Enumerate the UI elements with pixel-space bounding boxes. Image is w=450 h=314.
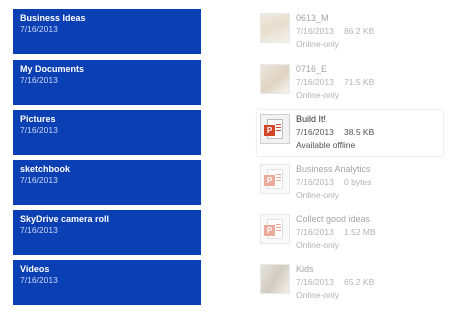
file-size: 0 bytes: [344, 177, 372, 187]
file-date: 7/16/2013: [296, 277, 334, 287]
folder-date: 7/16/2013: [20, 225, 58, 235]
folder-name: sketchbook: [20, 164, 71, 174]
file-tile-0613-m[interactable]: 0613_M 7/16/2013 86.2 KB Online-only: [257, 9, 443, 55]
folder-tile-my-documents[interactable]: My Documents 7/16/2013: [13, 60, 201, 105]
file-name: Business Analytics: [296, 164, 371, 174]
file-name: Collect good ideas: [296, 214, 371, 224]
folder-tile-pictures[interactable]: Pictures 7/16/2013: [13, 110, 201, 155]
folder-name: Business Ideas: [20, 13, 86, 23]
folder-tile-sketchbook[interactable]: sketchbook 7/16/2013: [13, 160, 201, 205]
folder-name: SkyDrive camera roll: [20, 214, 110, 224]
folder-date: 7/16/2013: [20, 175, 58, 185]
file-tile-business-analytics[interactable]: P Business Analytics 7/16/2013 0 bytes O…: [257, 160, 443, 206]
folder-tile-skydrive-camera-roll[interactable]: SkyDrive camera roll 7/16/2013: [13, 210, 201, 255]
file-date: 7/16/2013: [296, 26, 334, 36]
folder-name: My Documents: [20, 64, 85, 74]
file-name: Build It!: [296, 114, 327, 124]
folder-date: 7/16/2013: [20, 125, 58, 135]
photo-thumbnail-icon: [260, 64, 290, 94]
file-size: 65.2 KB: [344, 277, 375, 287]
file-size: 71.5 KB: [344, 77, 375, 87]
file-date: 7/16/2013: [296, 127, 334, 137]
photo-thumbnail-icon: [260, 264, 290, 294]
file-tile-build-it[interactable]: P Build It! 7/16/2013 38.5 KB Available …: [257, 110, 443, 156]
file-status: Available offline: [296, 140, 356, 150]
folder-date: 7/16/2013: [20, 75, 58, 85]
folder-tile-videos[interactable]: Videos 7/16/2013: [13, 260, 201, 305]
file-size: 38.5 KB: [344, 127, 375, 137]
powerpoint-file-icon: P: [260, 214, 290, 244]
file-status: Online-only: [296, 190, 339, 200]
file-status: Online-only: [296, 90, 339, 100]
file-status: Online-only: [296, 39, 339, 49]
file-tile-collect-good-ideas[interactable]: P Collect good ideas 7/16/2013 1.52 MB O…: [257, 210, 443, 256]
powerpoint-file-icon: P: [260, 164, 290, 194]
file-tile-0716-e[interactable]: 0716_E 7/16/2013 71.5 KB Online-only: [257, 60, 443, 106]
powerpoint-file-icon: P: [260, 114, 290, 144]
photo-thumbnail-icon: [260, 13, 290, 43]
file-date: 7/16/2013: [296, 177, 334, 187]
file-name: 0613_M: [296, 13, 329, 23]
file-tile-kids[interactable]: Kids 7/16/2013 65.2 KB Online-only: [257, 260, 443, 306]
folder-tile-business-ideas[interactable]: Business Ideas 7/16/2013: [13, 9, 201, 54]
folder-date: 7/16/2013: [20, 24, 58, 34]
folder-name: Videos: [20, 264, 50, 274]
file-name: Kids: [296, 264, 314, 274]
file-size: 86.2 KB: [344, 26, 375, 36]
file-date: 7/16/2013: [296, 227, 334, 237]
file-date: 7/16/2013: [296, 77, 334, 87]
folder-date: 7/16/2013: [20, 275, 58, 285]
file-status: Online-only: [296, 240, 339, 250]
file-status: Online-only: [296, 290, 339, 300]
folder-name: Pictures: [20, 114, 56, 124]
file-name: 0716_E: [296, 64, 328, 74]
file-size: 1.52 MB: [344, 227, 376, 237]
